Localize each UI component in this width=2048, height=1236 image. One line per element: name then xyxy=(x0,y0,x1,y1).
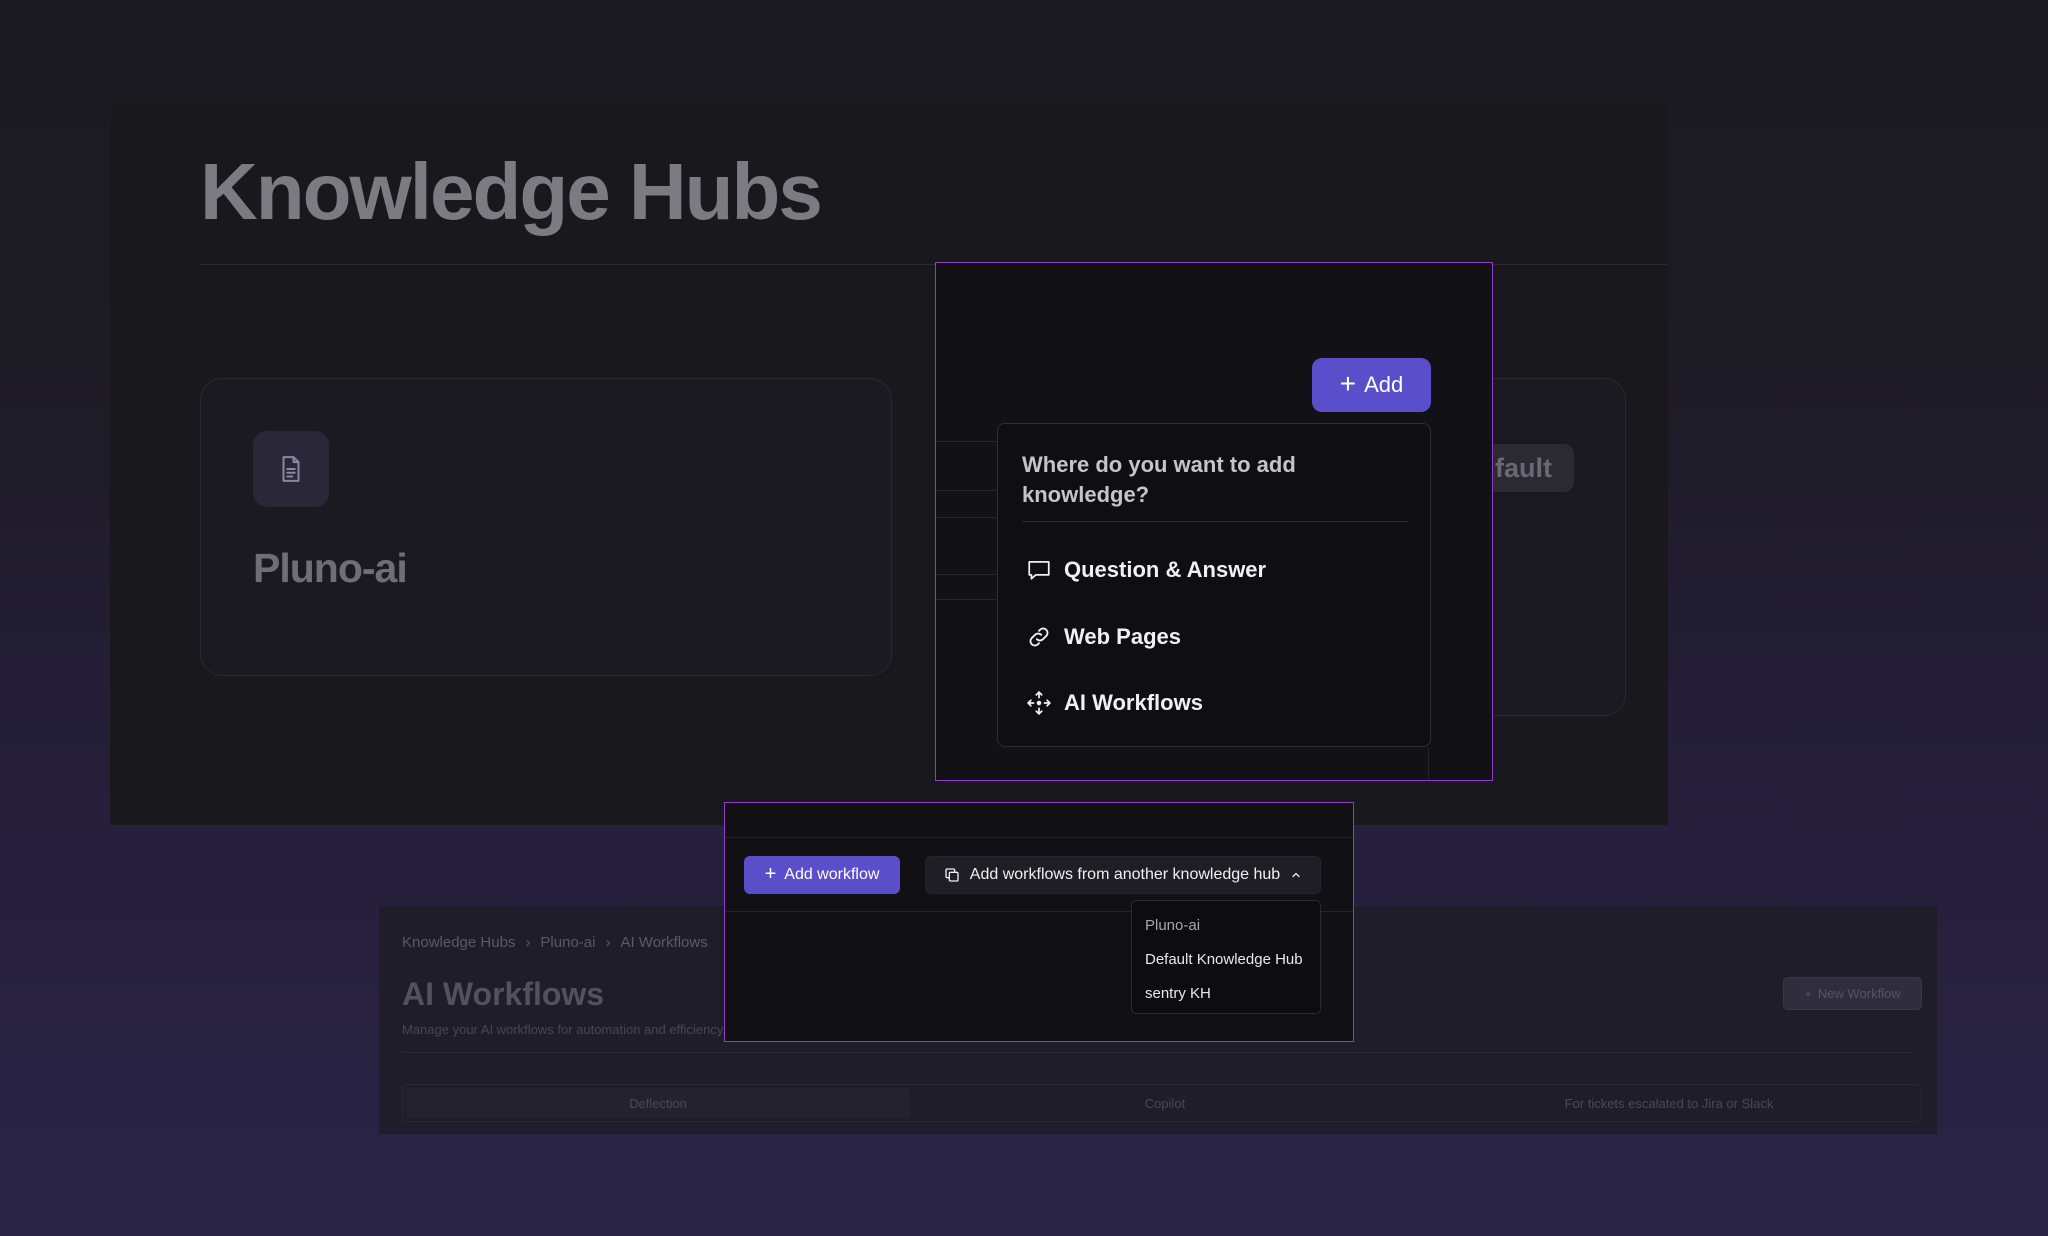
background-row-line xyxy=(936,441,997,442)
chevron-up-icon xyxy=(1292,872,1300,878)
knowledge-hub-dropdown: Pluno-ai Default Knowledge Hub sentry KH xyxy=(1131,900,1321,1014)
chevron-right-icon: › xyxy=(605,934,611,951)
new-workflow-button[interactable]: + New Workflow xyxy=(1783,977,1922,1010)
new-workflow-label: New Workflow xyxy=(1817,986,1901,1001)
add-knowledge-highlight: + Add Where do you want to add knowledge… xyxy=(935,262,1493,781)
breadcrumb-item[interactable]: Pluno-ai xyxy=(540,934,595,951)
chat-bubble-icon xyxy=(1028,561,1050,580)
tab-copilot[interactable]: Copilot xyxy=(913,1085,1417,1121)
workflows-subtitle: Manage your AI workflows for automation … xyxy=(402,1022,726,1037)
menu-item-label: Question & Answer xyxy=(1064,557,1267,582)
menu-item-label: Web Pages xyxy=(1064,624,1181,649)
dropdown-option-pluno-ai[interactable]: Pluno-ai xyxy=(1132,908,1320,942)
background-column-line xyxy=(1428,747,1429,780)
import-workflows-label: Add workflows from another knowledge hub xyxy=(969,866,1281,883)
tab-escalated-tickets[interactable]: For tickets escalated to Jira or Slack xyxy=(1417,1085,1921,1121)
chevron-right-icon: › xyxy=(525,934,531,951)
move-arrows-icon xyxy=(1027,691,1051,715)
copy-icon xyxy=(945,868,959,882)
breadcrumb-item[interactable]: Knowledge Hubs xyxy=(402,934,515,951)
add-button[interactable]: + Add xyxy=(1312,358,1431,412)
workflows-divider xyxy=(402,1052,1912,1053)
tab-deflection[interactable]: Deflection xyxy=(406,1088,910,1118)
background-row-line xyxy=(936,574,997,575)
breadcrumb-item: AI Workflows xyxy=(620,934,708,951)
background-row-line xyxy=(936,490,997,491)
page-title: Knowledge Hubs xyxy=(200,147,823,236)
add-knowledge-menu: Where do you want to add knowledge? Ques… xyxy=(997,423,1431,747)
menu-item-label: AI Workflows xyxy=(1064,690,1203,715)
workflow-toolbar-highlight: + Add workflow Add workflows from anothe… xyxy=(724,802,1354,1042)
add-workflow-label: Add workflow xyxy=(784,866,880,883)
plus-icon: + xyxy=(1339,367,1357,399)
menu-divider xyxy=(1022,521,1408,522)
menu-item-ai-workflows[interactable]: AI Workflows xyxy=(1026,683,1406,723)
plus-icon: + xyxy=(1804,986,1812,1001)
import-workflows-button[interactable]: Add workflows from another knowledge hub xyxy=(925,856,1321,894)
hub-card-pluno-ai[interactable]: Pluno-ai xyxy=(200,378,892,676)
menu-heading: Where do you want to add knowledge? xyxy=(1022,452,1296,507)
plus-icon: + xyxy=(764,863,777,885)
add-button-label: Add xyxy=(1364,372,1404,397)
background-row-line xyxy=(936,517,997,518)
add-workflow-button[interactable]: + Add workflow xyxy=(744,856,900,894)
breadcrumb: Knowledge Hubs › Pluno-ai › AI Workflows xyxy=(402,934,708,951)
workflows-title: AI Workflows xyxy=(402,976,605,1012)
hub-name: Pluno-ai xyxy=(253,545,408,591)
dropdown-option-sentry-kh[interactable]: sentry KH xyxy=(1132,976,1320,1010)
menu-item-web-pages[interactable]: Web Pages xyxy=(1026,617,1406,657)
menu-item-question-answer[interactable]: Question & Answer xyxy=(1026,550,1406,590)
background-row-line xyxy=(936,599,997,600)
dropdown-option-default-hub[interactable]: Default Knowledge Hub xyxy=(1132,942,1320,976)
toolbar-top-line xyxy=(725,837,1353,838)
link-icon xyxy=(1029,627,1049,647)
workflow-tabs: Deflection Copilot For tickets escalated… xyxy=(402,1084,1922,1122)
document-icon xyxy=(253,431,329,507)
